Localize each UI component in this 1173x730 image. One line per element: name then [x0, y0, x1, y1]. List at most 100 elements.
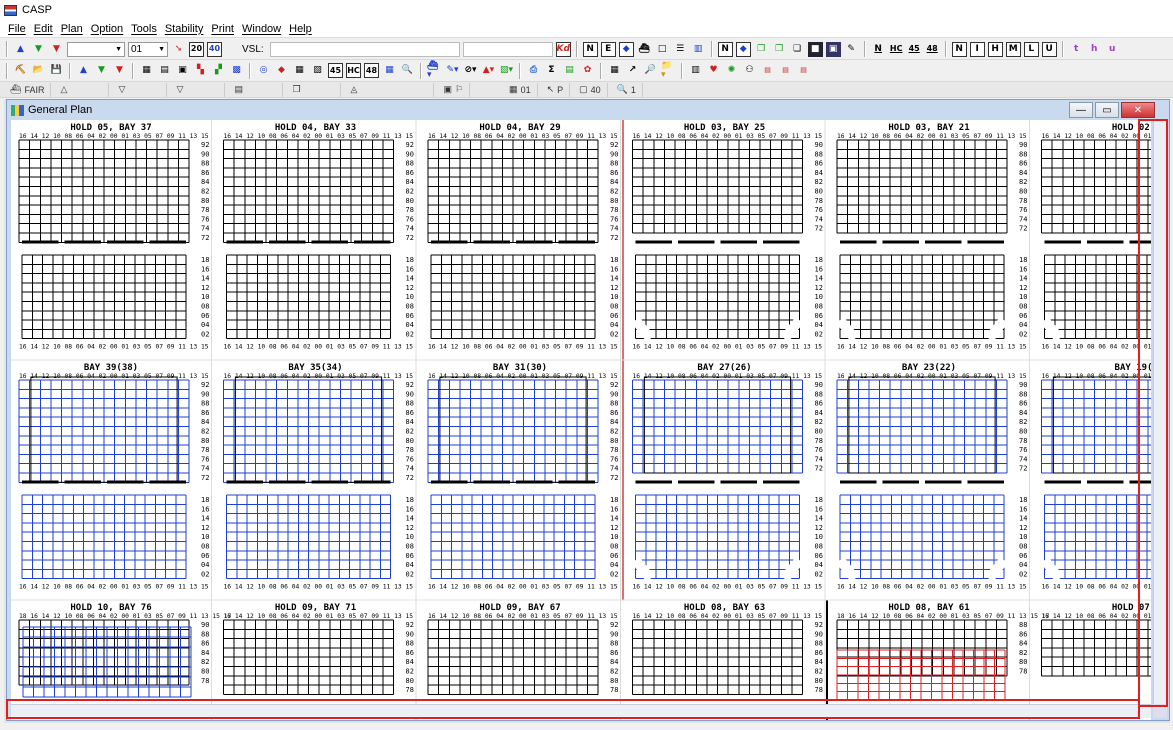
heart-icon[interactable]: ♥ [706, 63, 721, 78]
tb3-slot-1[interactable]: △ [54, 82, 110, 97]
palette-icon[interactable]: ✿ [580, 63, 595, 78]
magnify-icon[interactable]: 🔎 [643, 63, 658, 78]
kd-button[interactable]: Kd [555, 41, 571, 57]
chart-dropdown-icon[interactable]: ▧▾ [499, 63, 514, 78]
cube-green-icon[interactable]: ❒ [754, 42, 769, 57]
menu-file[interactable]: File [4, 23, 30, 35]
filter-l-button[interactable]: L [1023, 41, 1039, 57]
menu-plan[interactable]: Plan [57, 23, 87, 35]
minimize-button[interactable]: — [1069, 102, 1093, 118]
vsl-field[interactable] [269, 41, 460, 57]
folder-dropdown-icon[interactable]: 📁▾ [661, 61, 676, 79]
close-button[interactable]: ✕ [1121, 102, 1155, 118]
save-special-icon[interactable]: ▣ [825, 41, 841, 57]
arrow-up-icon[interactable]: ▲ [76, 63, 91, 78]
grid-small-icon[interactable]: ▦ [607, 63, 622, 78]
menu-help[interactable]: Help [285, 23, 316, 35]
filter-m-button[interactable]: M [1005, 41, 1021, 57]
tb3-slot-3[interactable]: ▽ [170, 82, 226, 97]
ship-icon[interactable]: ⛴ [637, 42, 652, 57]
tb3-port-item[interactable]: ↖ P [541, 82, 571, 97]
maximize-button[interactable]: ▭ [1095, 102, 1119, 118]
n2-button[interactable]: N [717, 41, 733, 57]
menu-window[interactable]: Window [238, 23, 285, 35]
tb3-slot-4[interactable]: ▤ [228, 82, 284, 97]
bay-combo[interactable]: ▼ [67, 41, 125, 57]
crane-icon[interactable]: ⛏ [13, 63, 28, 78]
e-button[interactable]: E [600, 41, 616, 57]
arrow-down-green-icon[interactable]: ▼ [94, 63, 109, 78]
fair-item[interactable]: ⛴ FAIR [4, 82, 52, 97]
zoom-bay-icon[interactable]: ▧ [310, 63, 325, 78]
chart-icon[interactable]: ▥ [691, 42, 706, 57]
grid-icon[interactable]: ▦ [139, 63, 154, 78]
h-button[interactable]: h [1087, 42, 1102, 57]
tb3-slot-6[interactable]: ◬ [344, 82, 435, 97]
vertical-scrollbar[interactable] [1153, 120, 1167, 708]
u-button[interactable]: u [1105, 42, 1120, 57]
people-icon[interactable]: ⚇ [742, 63, 757, 78]
target-icon[interactable]: ◎ [256, 63, 271, 78]
filter-u-button[interactable]: U [1041, 41, 1057, 57]
warning-dropdown-icon[interactable]: ▲▾ [481, 63, 496, 78]
n3-button[interactable]: N [871, 42, 886, 57]
wizard-icon[interactable]: ✺ [724, 63, 739, 78]
export-icon[interactable]: ▤ [562, 63, 577, 78]
cube-icon[interactable]: ❏ [790, 42, 805, 57]
hc-bay-button[interactable]: HC [346, 63, 361, 78]
resize-grip[interactable] [1153, 704, 1167, 718]
list-icon[interactable]: ☰ [673, 42, 688, 57]
report-icon[interactable]: ▥ [688, 63, 703, 78]
hold-combo[interactable]: 01 ▼ [128, 41, 168, 57]
bay-grid-icon[interactable]: ▦ [292, 63, 307, 78]
hc-button[interactable]: HC [889, 42, 904, 57]
diamond-icon[interactable]: ◆ [735, 41, 751, 57]
tb3-slot-5[interactable]: ❒ [286, 82, 342, 97]
frame-icon[interactable]: ▣ [175, 63, 190, 78]
save-icon[interactable]: 💾 [49, 63, 64, 78]
45-button[interactable]: 45 [907, 42, 922, 57]
filter-n-button[interactable]: N [951, 41, 967, 57]
vsl-field-2[interactable] [462, 41, 553, 57]
container-40-button[interactable]: 40 [207, 41, 222, 57]
window-icon[interactable]: □ [655, 42, 670, 57]
folder-open-icon[interactable]: 📂 [31, 63, 46, 78]
bay-plan-canvas[interactable]: HOLD 05, BAY 37 16 14 12 10 08 06 04 02 0… [11, 120, 1151, 720]
arrow-down-red-icon[interactable]: ▼ [112, 63, 127, 78]
tb3-zoom-item[interactable]: 🔍 1 [611, 82, 643, 97]
triangle-up-blue-icon[interactable]: ▲ [13, 42, 28, 57]
tb3-bay-item[interactable]: ▦ 01 [503, 82, 538, 97]
hazard-icon[interactable]: ◆ [274, 63, 289, 78]
menu-edit[interactable]: Edit [30, 23, 57, 35]
tb3-size-item[interactable]: ▢ 40 [573, 82, 608, 97]
report-red-3-icon[interactable]: ▤ [796, 63, 811, 78]
ship-dropdown-icon[interactable]: ⛴▾ [427, 61, 442, 79]
printer-icon[interactable]: ⎙ [526, 63, 541, 78]
filter-i-button[interactable]: I [969, 41, 985, 57]
search-doc-icon[interactable]: 🔍 [400, 63, 415, 78]
menu-option[interactable]: Option [87, 23, 127, 35]
cube-green-2-icon[interactable]: ❒ [772, 42, 787, 57]
report-red-2-icon[interactable]: ▤ [778, 63, 793, 78]
menu-stability[interactable]: Stability [161, 23, 208, 35]
tb3-slot-2[interactable]: ▽ [112, 82, 168, 97]
48-bay-button[interactable]: 48 [364, 63, 379, 78]
stack-icon[interactable]: ▚ [193, 63, 208, 78]
n-button[interactable]: N [582, 41, 598, 57]
menu-print[interactable]: Print [207, 23, 238, 35]
sigma-icon[interactable]: Σ [544, 63, 559, 78]
triangle-down-red-icon[interactable]: ▼ [49, 42, 64, 57]
t-button[interactable]: t [1069, 42, 1084, 57]
photo-icon[interactable]: ▩ [229, 63, 244, 78]
clock-dropdown-icon[interactable]: ⊘▾ [463, 63, 478, 78]
container-20-button[interactable]: 20 [189, 41, 204, 57]
triangle-down-green-icon[interactable]: ▼ [31, 42, 46, 57]
horizontal-scrollbar[interactable] [11, 704, 1151, 718]
chart-line-icon[interactable]: ↗ [625, 63, 640, 78]
pen-icon[interactable]: ✎ [844, 42, 859, 57]
dark-box-icon[interactable]: ■ [807, 41, 823, 57]
tb3-slot-7[interactable]: ▣ ⚐ [437, 82, 471, 97]
pointer-icon[interactable]: ➘ [171, 42, 186, 57]
48-button[interactable]: 48 [925, 42, 940, 57]
stack-green-icon[interactable]: ▞ [211, 63, 226, 78]
